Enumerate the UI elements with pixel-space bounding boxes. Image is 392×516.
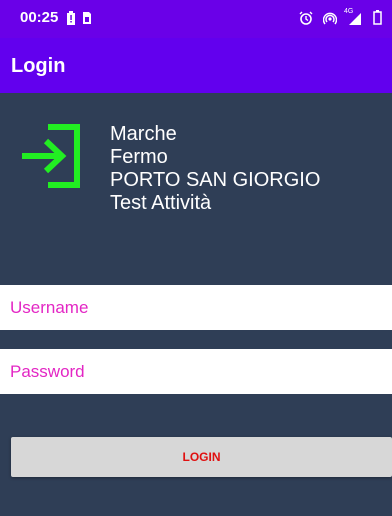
status-time: 00:25 <box>20 9 59 26</box>
status-right-icons: 4G <box>299 7 382 30</box>
login-button[interactable]: LOGIN <box>11 437 392 477</box>
sim-icon <box>82 11 92 31</box>
username-input[interactable] <box>10 285 392 330</box>
status-bar: 00:25 4G <box>0 0 392 38</box>
status-left-icons <box>66 11 92 31</box>
battery-icon <box>373 10 382 30</box>
password-input[interactable] <box>10 349 392 394</box>
username-field[interactable] <box>0 285 392 330</box>
brand-activity: Test Attività <box>110 192 212 214</box>
brand-header: Marche Fermo PORTO SAN GIORGIO Test Atti… <box>0 93 392 283</box>
brand-city: PORTO SAN GIORGIO <box>110 169 321 191</box>
alarm-icon <box>299 11 313 30</box>
password-field[interactable] <box>0 349 392 394</box>
app-bar: Login <box>0 38 392 93</box>
brand-province: Fermo <box>110 146 168 168</box>
battery-alert-icon <box>66 11 76 31</box>
signal-label: 4G <box>344 7 354 15</box>
login-arrow-icon <box>20 123 82 194</box>
page-title: Login <box>11 55 66 77</box>
brand-lines: Marche Fermo PORTO SAN GIORGIO Test Atti… <box>110 123 320 215</box>
signal-4g-icon: 4G <box>344 7 363 30</box>
brand-region: Marche <box>110 123 177 145</box>
hotspot-icon <box>322 11 338 30</box>
